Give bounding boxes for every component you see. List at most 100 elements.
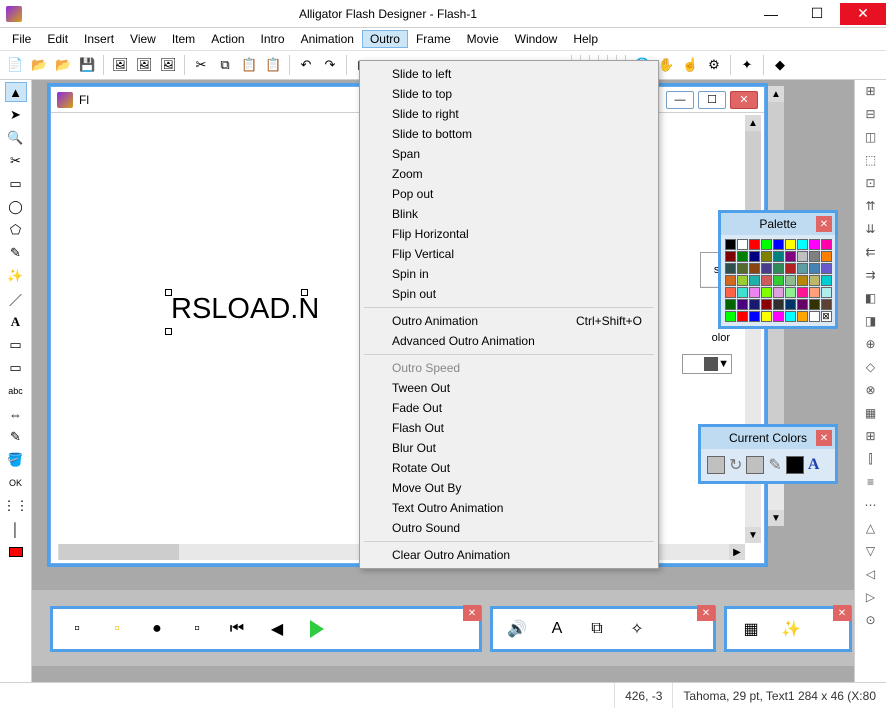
magic-button[interactable]: ✨ bbox=[781, 619, 801, 639]
tool-text[interactable]: A bbox=[5, 312, 27, 332]
color-swatch[interactable] bbox=[725, 299, 736, 310]
dup-frame-button[interactable]: ▫ bbox=[107, 619, 127, 639]
color-swatch[interactable] bbox=[725, 239, 736, 250]
hand2-button[interactable]: ☝ bbox=[679, 54, 701, 76]
copy-frame-button[interactable]: ⧉ bbox=[587, 619, 607, 639]
scroll-up-icon[interactable]: ▲ bbox=[768, 86, 784, 102]
blank-frame-button[interactable]: ▫ bbox=[187, 619, 207, 639]
align-tool-a2[interactable]: ⊟ bbox=[862, 105, 880, 123]
star-button[interactable]: ✦ bbox=[736, 54, 758, 76]
color-swatch[interactable] bbox=[809, 311, 820, 322]
color-swatch[interactable] bbox=[821, 251, 832, 262]
gear-button[interactable]: ⚙ bbox=[703, 54, 725, 76]
menu-insert[interactable]: Insert bbox=[76, 30, 122, 48]
menu-item-text-outro-animation[interactable]: Text Outro Animation bbox=[362, 498, 656, 518]
color-swatch[interactable] bbox=[821, 239, 832, 250]
tool-wand[interactable]: ✨ bbox=[5, 266, 27, 286]
color-swatch[interactable] bbox=[821, 287, 832, 298]
tool-scissors[interactable]: ✂ bbox=[5, 151, 27, 171]
align-tool-a1[interactable]: ⊞ bbox=[862, 82, 880, 100]
menu-item[interactable]: Item bbox=[164, 30, 203, 48]
color-swatch[interactable] bbox=[749, 263, 760, 274]
color-swatch[interactable] bbox=[725, 251, 736, 262]
menu-window[interactable]: Window bbox=[507, 30, 566, 48]
menu-item-outro-sound[interactable]: Outro Sound bbox=[362, 518, 656, 538]
menu-view[interactable]: View bbox=[122, 30, 164, 48]
align-tool-a6[interactable]: ⇈ bbox=[862, 197, 880, 215]
close-button[interactable]: ✕ bbox=[840, 3, 886, 25]
color-swatch[interactable] bbox=[797, 239, 808, 250]
color-swatch[interactable] bbox=[785, 311, 796, 322]
align-tool-a16[interactable]: ⊞ bbox=[862, 427, 880, 445]
maximize-button[interactable]: ☐ bbox=[794, 3, 840, 25]
copy-button[interactable]: ⧉ bbox=[214, 54, 236, 76]
scroll-up-icon[interactable]: ▲ bbox=[745, 115, 761, 131]
fill-color-swatch[interactable] bbox=[707, 456, 725, 474]
color-swatch[interactable] bbox=[725, 287, 736, 298]
new-button[interactable]: 📄 bbox=[4, 54, 26, 76]
menu-item-slide-to-right[interactable]: Slide to right bbox=[362, 104, 656, 124]
tool-poly[interactable]: ⬠ bbox=[5, 220, 27, 240]
current-colors-title[interactable]: Current Colors ✕ bbox=[701, 427, 835, 449]
color-swatch[interactable] bbox=[737, 299, 748, 310]
color-swatch[interactable] bbox=[797, 275, 808, 286]
color-swatch[interactable] bbox=[749, 287, 760, 298]
tool-rect[interactable]: ▭ bbox=[5, 174, 27, 194]
tool-slider[interactable]: ⇔ bbox=[5, 404, 27, 424]
save-button[interactable]: 💾 bbox=[76, 54, 98, 76]
paste-button[interactable]: 📋 bbox=[238, 54, 260, 76]
tool-zoom[interactable]: 🔍 bbox=[5, 128, 27, 148]
new-frame-button[interactable]: ▫ bbox=[67, 619, 87, 639]
color-swatch[interactable] bbox=[737, 263, 748, 274]
menu-file[interactable]: File bbox=[4, 30, 39, 48]
undo-button[interactable]: ↶ bbox=[295, 54, 317, 76]
segment-close-button[interactable]: ✕ bbox=[697, 605, 715, 621]
img1-button[interactable]: 🖼 bbox=[109, 54, 131, 76]
paste2-button[interactable]: 📋 bbox=[262, 54, 284, 76]
selection-handle[interactable] bbox=[165, 289, 172, 296]
cut-button[interactable]: ✂ bbox=[190, 54, 212, 76]
color-swatch[interactable] bbox=[737, 251, 748, 262]
align-tool-a15[interactable]: ▦ bbox=[862, 404, 880, 422]
align-tool-a13[interactable]: ◇ bbox=[862, 358, 880, 376]
palette-title[interactable]: Palette ✕ bbox=[721, 213, 835, 235]
color-swatch[interactable]: ⊠ bbox=[821, 311, 832, 322]
segment-close-button[interactable]: ✕ bbox=[833, 605, 851, 621]
color-swatch[interactable] bbox=[797, 263, 808, 274]
scroll-down-icon[interactable]: ▼ bbox=[745, 527, 761, 543]
menu-item-advanced-outro-animation[interactable]: Advanced Outro Animation bbox=[362, 331, 656, 351]
doc-maximize-button[interactable]: ☐ bbox=[698, 91, 726, 109]
color-swatch[interactable] bbox=[737, 239, 748, 250]
menu-item-clear-outro-animation[interactable]: Clear Outro Animation bbox=[362, 545, 656, 565]
open2-button[interactable]: 📂 bbox=[52, 54, 74, 76]
align-tool-a4[interactable]: ⬚ bbox=[862, 151, 880, 169]
menu-item-slide-to-top[interactable]: Slide to top bbox=[362, 84, 656, 104]
color-swatch[interactable] bbox=[773, 299, 784, 310]
menu-item-flip-vertical[interactable]: Flip Vertical bbox=[362, 244, 656, 264]
tool-swatch[interactable] bbox=[5, 542, 27, 562]
color-swatch[interactable] bbox=[809, 239, 820, 250]
align-tool-a3[interactable]: ◫ bbox=[862, 128, 880, 146]
menu-item-blur-out[interactable]: Blur Out bbox=[362, 438, 656, 458]
color-swatch[interactable] bbox=[749, 251, 760, 262]
color-swatch[interactable] bbox=[749, 311, 760, 322]
tool-ellipse[interactable]: ◯ bbox=[5, 197, 27, 217]
color-swatch[interactable] bbox=[773, 251, 784, 262]
doc-minimize-button[interactable]: — bbox=[666, 91, 694, 109]
color-swatch[interactable] bbox=[761, 239, 772, 250]
align-tool-a20[interactable]: △ bbox=[862, 519, 880, 537]
palette-panel[interactable]: Palette ✕ ⊠ bbox=[718, 210, 838, 329]
scroll-down-icon[interactable]: ▼ bbox=[768, 510, 784, 526]
color-swatch[interactable] bbox=[809, 263, 820, 274]
align-tool-a7[interactable]: ⇊ bbox=[862, 220, 880, 238]
color-swatch[interactable] bbox=[785, 299, 796, 310]
color-swatch[interactable] bbox=[809, 251, 820, 262]
color-swatch[interactable] bbox=[773, 275, 784, 286]
color-swatch[interactable] bbox=[773, 311, 784, 322]
align-tool-a14[interactable]: ⊗ bbox=[862, 381, 880, 399]
dropdown-fragment[interactable]: ▼ bbox=[682, 354, 732, 374]
color-swatch[interactable] bbox=[785, 287, 796, 298]
color-swatch[interactable] bbox=[749, 299, 760, 310]
menu-intro[interactable]: Intro bbox=[253, 30, 293, 48]
color-swatch[interactable] bbox=[761, 275, 772, 286]
